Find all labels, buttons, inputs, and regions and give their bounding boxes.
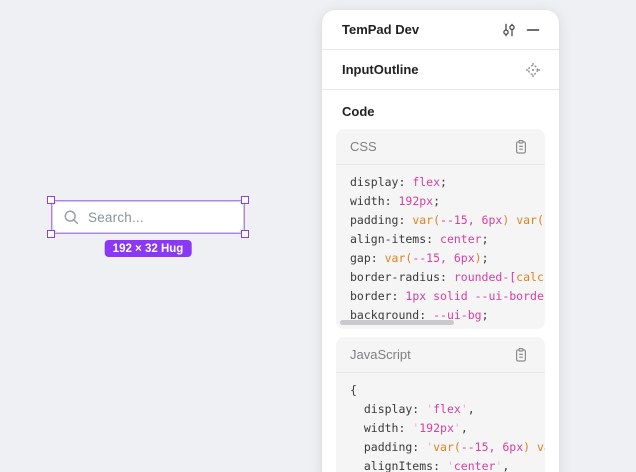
code-line: padding: var(--15, 6px) var(-- [350, 211, 545, 230]
code-token: alignItems: [350, 459, 447, 472]
code-token: var( [385, 251, 413, 265]
code-token: var( [433, 440, 461, 454]
code-token: center [454, 459, 496, 472]
code-token: --15, 6px [461, 440, 523, 454]
code-token: ' [447, 459, 454, 472]
code-line: width: '192px', [350, 419, 545, 438]
javascript-code-card: JavaScript { display: 'flex', width: '19… [336, 337, 545, 472]
code-token: width: [350, 194, 398, 208]
copy-clipboard-icon[interactable] [509, 343, 533, 367]
code-token: calc( [516, 270, 545, 284]
code-token: center [440, 232, 482, 246]
code-token: , [461, 421, 468, 435]
magnifier-icon [63, 209, 80, 226]
code-token: var( [412, 213, 440, 227]
code-token: flex [433, 402, 461, 416]
tempad-dev-panel: TemPad Dev InputOutline [322, 10, 559, 472]
javascript-code-body[interactable]: { display: 'flex', width: '192px', paddi… [336, 373, 545, 472]
locate-target-icon[interactable] [521, 58, 545, 82]
code-token: ; [440, 175, 447, 189]
code-token: width: [350, 421, 412, 435]
code-token: align-items: [350, 232, 440, 246]
code-token: var( [516, 213, 544, 227]
code-token: gap: [350, 251, 385, 265]
copy-clipboard-icon[interactable] [509, 135, 533, 159]
code-line: border-radius: rounded-[calc(v [350, 268, 545, 287]
css-code-body[interactable]: display: flex;width: 192px;padding: var(… [336, 165, 545, 329]
code-line: width: 192px; [350, 192, 545, 211]
code-token: border: [350, 289, 405, 303]
horizontal-scrollbar[interactable] [340, 320, 541, 325]
css-lang-label: CSS [350, 139, 509, 154]
search-placeholder-text: Search... [88, 210, 144, 225]
scrollbar-thumb[interactable] [340, 320, 454, 325]
settings-sliders-icon[interactable] [497, 18, 521, 42]
code-line: display: flex; [350, 173, 545, 192]
code-token [530, 440, 537, 454]
code-token: display: [350, 175, 412, 189]
code-token: -- [544, 213, 545, 227]
javascript-card-header: JavaScript [336, 337, 545, 373]
code-token: border-radius: [350, 270, 454, 284]
code-token: rounded-[ [454, 270, 516, 284]
code-token: 1px solid --ui-border- [405, 289, 545, 303]
code-token: ) [475, 251, 482, 265]
dimension-badge: 192 × 32 Hug [105, 240, 192, 257]
code-token: var [537, 440, 545, 454]
selected-component-row: InputOutline [322, 50, 559, 90]
code-line: alignItems: 'center', [350, 457, 545, 472]
code-section-title: Code [336, 100, 545, 129]
code-token: , [502, 459, 509, 472]
code-token: , [468, 402, 475, 416]
code-token: 192px [419, 421, 454, 435]
code-token: display: [350, 402, 426, 416]
code-token: ; [482, 232, 489, 246]
component-name: InputOutline [342, 62, 521, 77]
minimize-icon[interactable] [521, 18, 545, 42]
code-line: { [350, 381, 545, 400]
panel-title: TemPad Dev [342, 22, 497, 37]
code-line: gap: var(--15, 6px); [350, 249, 545, 268]
code-token: padding: [350, 213, 412, 227]
code-line: display: 'flex', [350, 400, 545, 419]
code-line: align-items: center; [350, 230, 545, 249]
code-line: border: 1px solid --ui-border- [350, 287, 545, 306]
code-token: ' [461, 402, 468, 416]
code-token: --15, 6px [440, 213, 502, 227]
code-token: { [350, 383, 357, 397]
code-token: --15, 6px [412, 251, 474, 265]
code-token: ; [433, 194, 440, 208]
code-section: Code CSS display: flex;width: 192px;padd… [322, 90, 559, 472]
code-token: ' [454, 421, 461, 435]
code-token: padding: [350, 440, 426, 454]
search-input-component[interactable]: Search... [52, 201, 244, 233]
code-token: 192px [398, 194, 433, 208]
code-line: padding: 'var(--15, 6px) var [350, 438, 545, 457]
css-card-header: CSS [336, 129, 545, 165]
panel-header: TemPad Dev [322, 10, 559, 50]
code-token: ; [482, 251, 489, 265]
code-token: flex [412, 175, 440, 189]
javascript-lang-label: JavaScript [350, 347, 509, 362]
css-code-card: CSS display: flex;width: 192px;padding: … [336, 129, 545, 329]
